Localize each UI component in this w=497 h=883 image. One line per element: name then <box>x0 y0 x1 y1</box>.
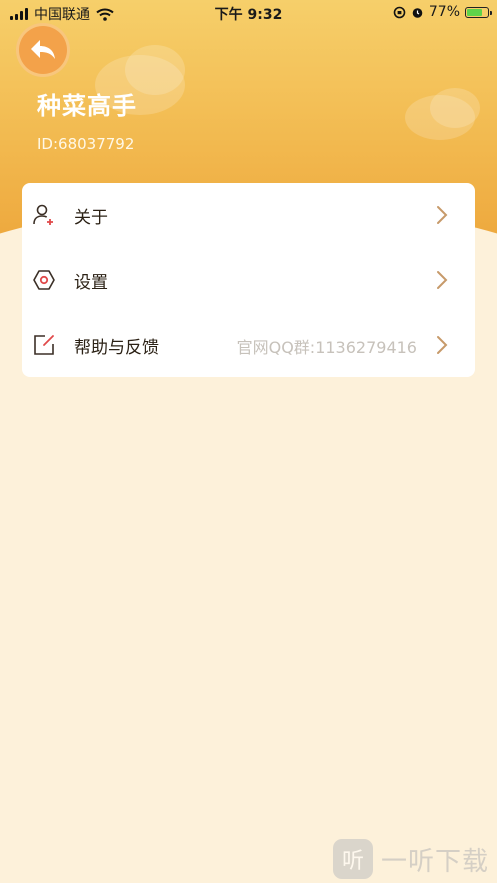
menu-item-about[interactable]: 关于 <box>22 183 475 247</box>
chevron-right-icon <box>437 206 448 224</box>
battery-icon <box>465 6 492 18</box>
alarm-icon <box>412 7 423 18</box>
battery-percent: 77% <box>428 4 460 20</box>
cloud-decoration <box>430 88 480 128</box>
qq-group-info: 官网QQ群:1136279416 <box>236 338 417 357</box>
back-button[interactable] <box>19 26 67 74</box>
screen-lock-icon <box>393 6 406 18</box>
watermark-logo: 听 <box>332 839 373 879</box>
menu-item-label: 设置 <box>74 273 108 293</box>
settings-icon <box>33 270 55 290</box>
user-add-icon <box>33 204 53 225</box>
menu-item-label: 关于 <box>74 208 108 228</box>
edit-feedback-icon <box>34 335 54 355</box>
back-arrow-icon <box>31 40 55 59</box>
menu-item-help-feedback[interactable]: 帮助与反馈 官网QQ群:1136279416 <box>22 313 475 377</box>
menu-card: 关于 设置 帮助与反馈 官网QQ群:1136279416 <box>22 183 475 377</box>
page-title: 种菜高手 <box>37 92 137 120</box>
status-bar: 中国联通 下午 9:32 77% <box>0 0 497 26</box>
menu-item-label: 帮助与反馈 <box>74 338 159 358</box>
battery-fill <box>467 8 482 16</box>
watermark: 听 一听下载 <box>332 839 489 879</box>
chevron-right-icon <box>437 271 448 289</box>
user-id: ID:68037792 <box>37 135 135 153</box>
watermark-text: 一听下载 <box>380 846 489 877</box>
chevron-right-icon <box>437 336 448 354</box>
menu-item-settings[interactable]: 设置 <box>22 248 475 312</box>
